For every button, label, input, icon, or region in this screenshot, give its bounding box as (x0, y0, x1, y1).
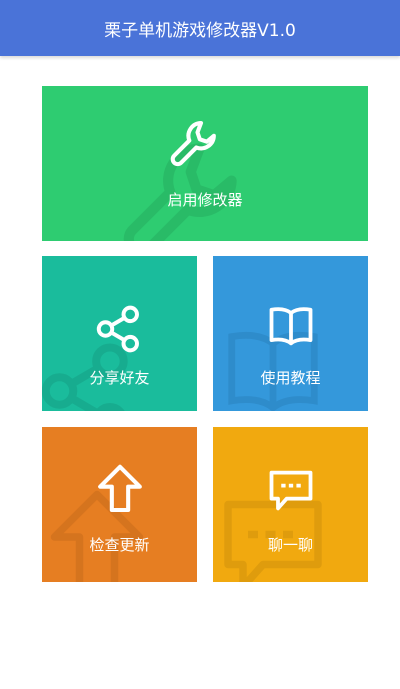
title-bar: 栗子单机游戏修改器V1.0 (0, 0, 400, 56)
share-icon (96, 305, 139, 353)
app-title: 栗子单机游戏修改器V1.0 (104, 20, 296, 41)
book-icon (269, 307, 313, 346)
chat-label: 聊一聊 (267, 536, 313, 554)
tutorial-label: 使用教程 (260, 369, 321, 387)
arrow-up-icon (98, 464, 142, 513)
chat-tile[interactable]: 聊一聊 (213, 427, 368, 582)
check-update-label: 检查更新 (89, 536, 150, 554)
share-friends-label: 分享好友 (89, 369, 150, 387)
tutorial-tile[interactable]: 使用教程 (213, 256, 368, 411)
share-friends-tile[interactable]: 分享好友 (42, 256, 197, 411)
check-update-tile[interactable]: 检查更新 (42, 427, 197, 582)
wrench-icon (170, 120, 216, 167)
enable-modifier-label: 启用修改器 (167, 191, 243, 209)
enable-modifier-tile[interactable]: 启用修改器 (42, 86, 368, 241)
chat-bubble-icon (269, 470, 313, 511)
